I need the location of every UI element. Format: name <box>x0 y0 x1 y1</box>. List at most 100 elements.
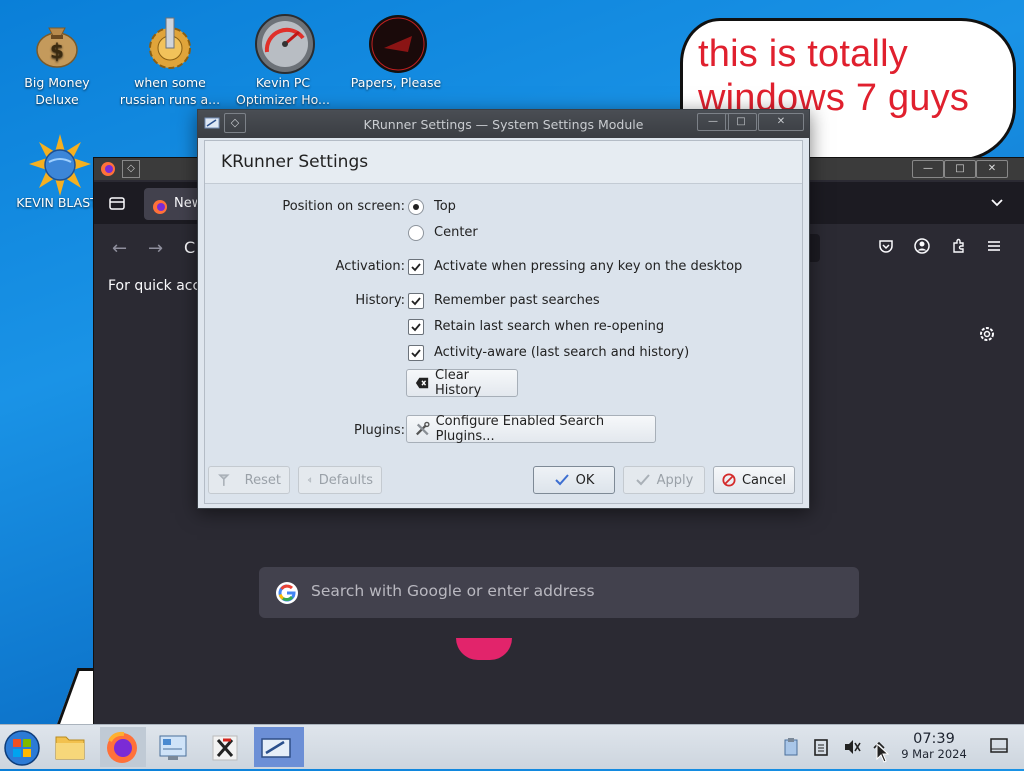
gear-icon[interactable] <box>978 325 996 347</box>
activation-checkbox[interactable] <box>408 259 424 275</box>
cancel-label: Cancel <box>741 472 786 488</box>
search-input[interactable]: Search with Google or enter address <box>259 567 859 618</box>
remember-searches-label[interactable]: Remember past searches <box>434 293 600 308</box>
checkmark-icon <box>411 323 421 332</box>
taskbar-system-settings[interactable] <box>254 727 304 767</box>
maximize-button[interactable]: □ <box>944 160 976 178</box>
checkmark-icon <box>411 349 421 358</box>
taskbar-file-manager[interactable] <box>50 727 96 767</box>
position-center-radio[interactable] <box>408 225 424 241</box>
show-desktop-icon[interactable] <box>990 738 1008 758</box>
globe-icon <box>29 134 91 196</box>
firefox-logo <box>456 638 512 660</box>
svg-text:$: $ <box>50 39 64 63</box>
start-button[interactable] <box>0 727 46 767</box>
dialog-header: KRunner Settings <box>205 141 802 184</box>
bookmarks-hint: For quick acc <box>108 278 201 294</box>
apply-button[interactable]: Apply <box>623 466 705 494</box>
google-icon <box>275 581 299 609</box>
activity-aware-checkbox[interactable] <box>408 345 424 361</box>
speedometer-icon <box>255 14 315 74</box>
defaults-icon <box>307 477 312 483</box>
clipboard-tray-icon[interactable] <box>782 737 800 761</box>
taskbar-x-app[interactable] <box>204 727 250 767</box>
gear-icon <box>142 14 198 70</box>
folder-icon <box>55 736 85 760</box>
forward-icon[interactable]: → <box>148 238 163 259</box>
defaults-button[interactable]: Defaults <box>298 466 382 494</box>
configure-plugins-button[interactable]: Configure Enabled Search Plugins... <box>406 414 656 444</box>
settings-window-icon <box>261 738 291 758</box>
pocket-icon[interactable] <box>878 238 894 258</box>
close-button[interactable]: ✕ <box>758 113 804 131</box>
desktop-icon-papers-please[interactable]: Papers, Please <box>341 6 451 91</box>
close-button[interactable]: ✕ <box>976 160 1008 178</box>
cancel-icon <box>722 473 736 487</box>
retain-search-label[interactable]: Retain last search when re-opening <box>434 319 664 334</box>
chevron-down-icon[interactable] <box>990 196 1004 214</box>
activation-option-label[interactable]: Activate when pressing any key on the de… <box>434 259 742 274</box>
taskbar-firefox[interactable] <box>100 727 146 767</box>
activation-label: Activation: <box>335 259 405 274</box>
desktop-icon-label: Kevin PC <box>255 75 311 90</box>
maximize-button[interactable]: □ <box>725 113 757 131</box>
notes-tray-icon[interactable] <box>812 737 830 761</box>
extensions-icon[interactable] <box>951 238 967 258</box>
retain-search-checkbox[interactable] <box>408 319 424 335</box>
history-label: History: <box>355 293 405 308</box>
menu-icon[interactable] <box>986 238 1002 258</box>
account-icon[interactable] <box>914 238 930 258</box>
taskbar: 07:39 9 Mar 2024 <box>0 724 1024 769</box>
position-label: Position on screen: <box>282 199 405 214</box>
dialog-titlebar[interactable]: ◇ KRunner Settings — System Settings Mod… <box>198 110 809 138</box>
ok-button[interactable]: OK <box>533 466 615 494</box>
plugins-label: Plugins: <box>354 423 405 438</box>
apply-label: Apply <box>656 472 694 488</box>
remember-searches-checkbox[interactable] <box>408 293 424 309</box>
clear-history-label: Clear History <box>435 368 482 398</box>
reload-icon[interactable]: C <box>184 238 195 257</box>
position-top-label[interactable]: Top <box>434 199 456 214</box>
desktop-icon-big-money[interactable]: $ Big Money Deluxe <box>2 6 112 108</box>
page-title: KRunner Settings <box>221 152 369 172</box>
clock[interactable]: 07:39 9 Mar 2024 <box>888 731 980 761</box>
pin-icon[interactable]: ◇ <box>122 160 140 178</box>
minimize-button[interactable]: — <box>912 160 944 178</box>
desktop-icon-label: Deluxe <box>35 92 79 107</box>
reset-label: Reset <box>244 472 281 488</box>
reset-icon <box>218 474 230 486</box>
checkmark-icon <box>411 263 421 272</box>
papers-please-icon <box>368 14 427 73</box>
cancel-button[interactable]: Cancel <box>713 466 795 494</box>
back-icon[interactable]: ← <box>112 238 127 259</box>
money-bag-icon: $ <box>29 14 85 70</box>
clear-icon <box>415 377 429 389</box>
position-center-label[interactable]: Center <box>434 225 478 240</box>
taskbar-system-monitor[interactable] <box>152 727 198 767</box>
dialog-content: KRunner Settings Position on screen: Top… <box>204 140 803 504</box>
ok-label: OK <box>575 472 595 488</box>
search-placeholder: Search with Google or enter address <box>311 582 595 600</box>
desktop-icon-kevin-optimizer[interactable]: Kevin PC Optimizer Ho... <box>228 6 338 108</box>
checkmark-icon <box>554 474 569 486</box>
tab-list-icon[interactable] <box>108 194 126 216</box>
position-top-radio[interactable] <box>408 199 424 215</box>
tools-icon <box>416 421 430 436</box>
clear-history-button[interactable]: Clear History <box>406 368 518 398</box>
checkmark-icon <box>411 297 421 306</box>
krunner-settings-dialog[interactable]: ◇ KRunner Settings — System Settings Mod… <box>197 109 810 509</box>
volume-muted-icon[interactable] <box>842 737 862 761</box>
speech-bubble-text: this is totally windows 7 guys <box>698 33 970 119</box>
desktop-icon-label: Big Money <box>24 75 90 90</box>
configure-plugins-label: Configure Enabled Search Plugins... <box>435 414 605 444</box>
firefox-icon <box>100 161 116 181</box>
reset-button[interactable]: Reset <box>208 466 290 494</box>
checkmark-icon <box>635 474 650 486</box>
defaults-label: Defaults <box>318 472 373 488</box>
desktop-icon-russian[interactable]: when some russian runs a... <box>115 6 225 108</box>
desktop-icon-label: russian runs a... <box>119 92 221 107</box>
firefox-icon <box>152 196 168 220</box>
clock-time: 07:39 <box>913 731 955 747</box>
activity-aware-label[interactable]: Activity-aware (last search and history) <box>434 345 689 360</box>
clock-date: 9 Mar 2024 <box>901 747 967 761</box>
